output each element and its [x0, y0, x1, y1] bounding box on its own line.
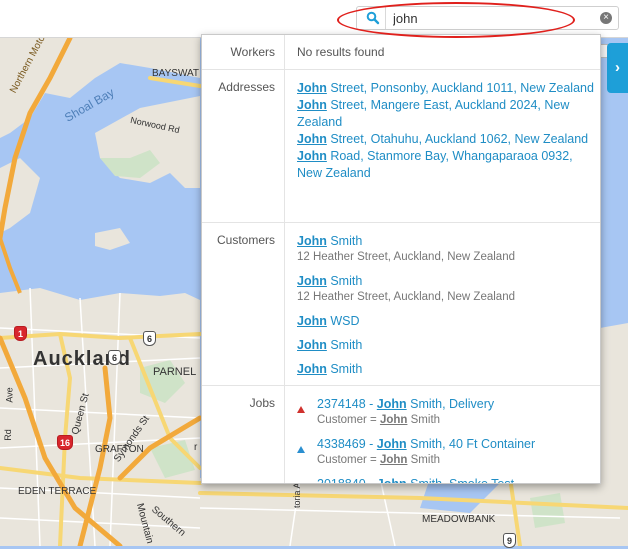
customer-rest-text: Smith [326, 274, 363, 288]
job-customer-label: Customer = [317, 414, 380, 426]
map-label-grafton: GRAFTON [95, 444, 144, 455]
map-label-parnell: PARNEL [153, 366, 197, 378]
customer-name[interactable]: John Smith [297, 361, 600, 378]
job-title[interactable]: 2018840 - John Smith, Smoke Test [317, 476, 600, 484]
addresses-section: Addresses John Street, Ponsonby, Aucklan… [202, 70, 600, 223]
jobs-section-label: Jobs [249, 396, 275, 410]
road-badge-16: 16 [57, 435, 73, 450]
customer-rest-text: Smith [326, 338, 363, 352]
map-label-eden-terrace: EDEN TERRACE [18, 486, 97, 497]
job-id-text: 4338469 - [317, 437, 377, 451]
job-id-text: 2374148 - [317, 397, 377, 411]
address-result[interactable]: John Street, Ponsonby, Auckland 1011, Ne… [297, 80, 600, 97]
address-match-text: John [297, 149, 327, 163]
customer-rest-text: WSD [326, 314, 360, 328]
job-customer: Customer = John Smith [317, 453, 600, 468]
customer-result[interactable]: John Smith [297, 337, 600, 354]
clear-icon[interactable]: × [600, 12, 612, 24]
job-rest-text: Smith, Delivery [406, 397, 495, 411]
customer-name[interactable]: John WSD [297, 313, 600, 330]
job-customer-rest: Smith [407, 414, 441, 426]
customer-result[interactable]: John WSD [297, 313, 600, 330]
job-result[interactable]: 2374148 - John Smith, Delivery Customer =… [297, 396, 600, 428]
search-divider [385, 7, 386, 29]
customers-section: Customers John Smith 12 Heather Street, A… [202, 223, 600, 386]
workers-section: Workers No results found [202, 35, 600, 70]
job-customer: Customer = John Smith [317, 413, 600, 428]
customer-result[interactable]: John Smith 12 Heather Street, Auckland, N… [297, 273, 600, 305]
jobs-section: Jobs 2374148 - John Smith, Delivery Custo… [202, 386, 600, 484]
job-customer-rest: Smith [407, 454, 441, 466]
job-status-triangle-icon [297, 406, 305, 413]
address-rest-text: Road, Stanmore Bay, Whangaparaoa 0932, N… [297, 149, 573, 180]
customer-address: 12 Heather Street, Auckland, New Zealand [297, 251, 515, 263]
road-badge-1: 1 [14, 326, 27, 341]
address-result[interactable]: John Street, Mangere East, Auckland 2024… [297, 97, 600, 131]
search-icon[interactable] [366, 11, 380, 25]
map-label-bayswater: BAYSWAT [152, 68, 200, 79]
customer-rest-text: Smith [326, 362, 363, 376]
job-result[interactable]: 4338469 - John Smith, 40 Ft Container Cus… [297, 436, 600, 468]
address-match-text: John [297, 98, 327, 112]
address-match-text: John [297, 81, 327, 95]
map-label-meadowbank: MEADOWBANK [422, 514, 496, 525]
road-badge-6a: 6 [143, 331, 156, 346]
address-rest-text: Street, Ponsonby, Auckland 1011, New Zea… [326, 81, 594, 95]
address-match-text: John [297, 132, 327, 146]
job-status-triangle-icon [297, 446, 305, 453]
job-title[interactable]: 2374148 - John Smith, Delivery [317, 396, 600, 413]
customer-match-text: John [297, 234, 327, 248]
job-title[interactable]: 4338469 - John Smith, 40 Ft Container [317, 436, 600, 453]
customer-result[interactable]: John Smith 12 Heather Street, Auckland, N… [297, 233, 600, 265]
customer-rest-text: Smith [326, 234, 363, 248]
search-input[interactable] [393, 9, 593, 27]
customer-match-text: John [297, 338, 327, 352]
workers-section-label: Workers [230, 45, 275, 59]
customer-address: 12 Heather Street, Auckland, New Zealand [297, 291, 515, 303]
job-id-text: 2018840 - [317, 477, 377, 484]
map-label-left-rd: Rd [2, 429, 13, 441]
workers-no-results: No results found [297, 45, 385, 59]
map-label-left-ave: Ave [4, 387, 15, 403]
top-bar: × [0, 0, 628, 38]
job-result[interactable]: 2018840 - John Smith, Smoke Test [297, 476, 600, 484]
chevron-right-icon: › [615, 59, 620, 76]
road-badge-6b: 6 [108, 350, 121, 365]
job-customer-match: John [379, 454, 408, 466]
search-box[interactable]: × [356, 6, 619, 30]
address-rest-text: Street, Otahuhu, Auckland 1062, New Zeal… [326, 132, 589, 146]
job-match-text: John [376, 397, 407, 411]
side-panel-toggle[interactable]: › [607, 43, 628, 93]
customer-match-text: John [297, 274, 327, 288]
address-result[interactable]: John Road, Stanmore Bay, Whangaparaoa 09… [297, 148, 600, 182]
customer-name[interactable]: John Smith [297, 233, 600, 250]
customer-name[interactable]: John Smith [297, 337, 600, 354]
customer-name[interactable]: John Smith [297, 273, 600, 290]
customers-section-label: Customers [216, 233, 275, 247]
search-results-dropdown: Workers No results found Addresses John … [201, 34, 601, 484]
job-match-text: John [376, 437, 407, 451]
map-label-ter: r [194, 442, 198, 453]
job-match-text: John [376, 477, 407, 484]
job-customer-match: John [379, 414, 408, 426]
addresses-section-label: Addresses [218, 80, 275, 94]
address-rest-text: Street, Mangere East, Auckland 2024, New… [297, 98, 570, 129]
customer-match-text: John [297, 314, 327, 328]
job-customer-label: Customer = [317, 454, 380, 466]
job-rest-text: Smith, 40 Ft Container [406, 437, 536, 451]
address-result[interactable]: John Street, Otahuhu, Auckland 1062, New… [297, 131, 600, 148]
customer-result[interactable]: John Smith [297, 361, 600, 378]
customer-match-text: John [297, 362, 327, 376]
job-rest-text: Smith, Smoke Test [406, 477, 515, 484]
